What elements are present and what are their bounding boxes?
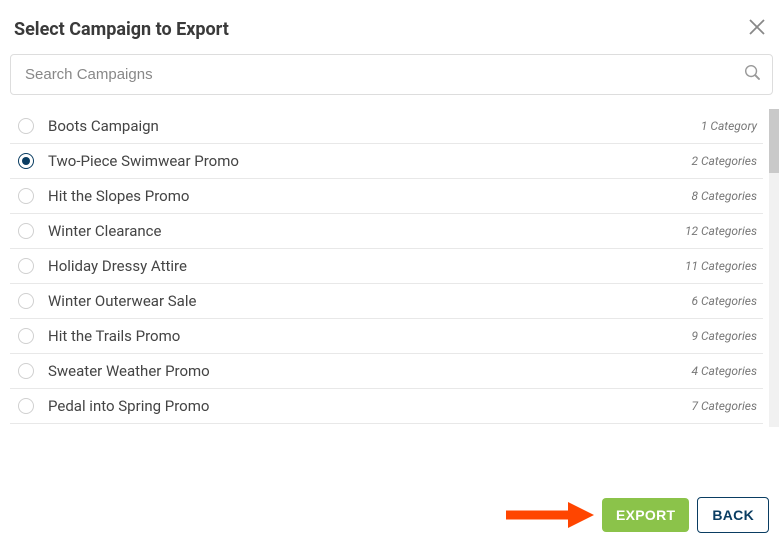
campaign-name: Pedal into Spring Promo — [48, 397, 691, 415]
campaign-name: Winter Outerwear Sale — [48, 292, 691, 310]
campaign-list-container: Boots Campaign1 CategoryTwo-Piece Swimwe… — [10, 109, 773, 427]
radio-button[interactable] — [18, 398, 34, 414]
campaign-meta: 12 Categories — [685, 224, 757, 238]
campaign-row[interactable]: Sweater Weather Promo4 Categories — [10, 354, 763, 389]
radio-button[interactable] — [18, 328, 34, 344]
radio-button[interactable] — [18, 153, 34, 169]
scrollbar-thumb[interactable] — [769, 109, 779, 173]
campaign-meta: 1 Category — [701, 119, 757, 133]
dialog-title: Select Campaign to Export — [14, 19, 229, 40]
campaign-row[interactable]: Hit the Slopes Promo8 Categories — [10, 179, 763, 214]
campaign-meta: 7 Categories — [691, 399, 757, 413]
search-input[interactable] — [11, 55, 733, 94]
search-icon — [733, 65, 772, 84]
dialog-header: Select Campaign to Export — [0, 0, 783, 54]
campaign-name: Holiday Dressy Attire — [48, 257, 685, 275]
campaign-meta: 6 Categories — [691, 294, 757, 308]
scrollbar-track[interactable] — [769, 109, 779, 427]
close-icon — [749, 19, 765, 35]
radio-button[interactable] — [18, 223, 34, 239]
dialog-footer: EXPORT BACK — [504, 497, 769, 533]
campaign-name: Winter Clearance — [48, 222, 685, 240]
campaign-row[interactable]: Summer Clearance12 Categories — [10, 424, 763, 427]
search-wrapper — [10, 54, 773, 95]
campaign-meta: 8 Categories — [691, 189, 757, 203]
campaign-row[interactable]: Winter Clearance12 Categories — [10, 214, 763, 249]
campaign-meta: 2 Categories — [691, 154, 757, 168]
campaign-list: Boots Campaign1 CategoryTwo-Piece Swimwe… — [10, 109, 773, 427]
close-button[interactable] — [745, 14, 769, 44]
campaign-name: Sweater Weather Promo — [48, 362, 691, 380]
campaign-meta: 4 Categories — [691, 364, 757, 378]
campaign-row[interactable]: Pedal into Spring Promo7 Categories — [10, 389, 763, 424]
campaign-row[interactable]: Winter Outerwear Sale6 Categories — [10, 284, 763, 319]
campaign-row[interactable]: Boots Campaign1 Category — [10, 109, 763, 144]
radio-button[interactable] — [18, 293, 34, 309]
campaign-name: Hit the Slopes Promo — [48, 187, 691, 205]
campaign-row[interactable]: Two-Piece Swimwear Promo2 Categories — [10, 144, 763, 179]
campaign-row[interactable]: Hit the Trails Promo9 Categories — [10, 319, 763, 354]
radio-button[interactable] — [18, 363, 34, 379]
campaign-name: Two-Piece Swimwear Promo — [48, 152, 691, 170]
campaign-meta: 11 Categories — [685, 259, 757, 273]
radio-button[interactable] — [18, 258, 34, 274]
campaign-row[interactable]: Holiday Dressy Attire11 Categories — [10, 249, 763, 284]
radio-button[interactable] — [18, 188, 34, 204]
campaign-name: Hit the Trails Promo — [48, 327, 691, 345]
search-container — [0, 54, 783, 109]
arrow-annotation — [504, 500, 594, 530]
campaign-name: Boots Campaign — [48, 117, 701, 135]
campaign-meta: 9 Categories — [691, 329, 757, 343]
back-button[interactable]: BACK — [697, 497, 769, 533]
radio-button[interactable] — [18, 118, 34, 134]
export-button[interactable]: EXPORT — [602, 498, 689, 532]
